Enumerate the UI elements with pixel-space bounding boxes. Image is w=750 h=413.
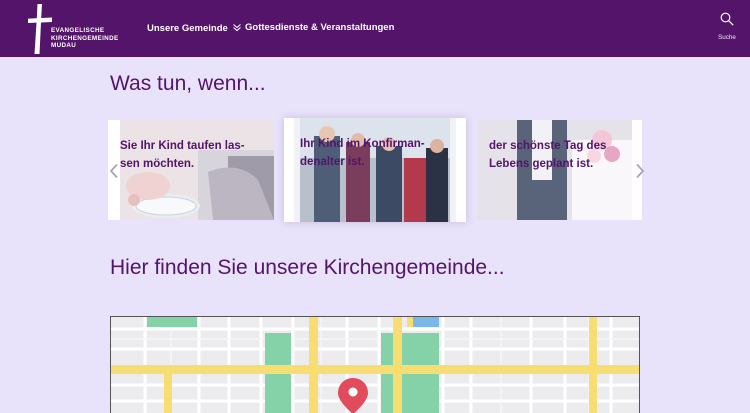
cross-logo-icon (28, 4, 52, 54)
location-map[interactable] (110, 316, 640, 413)
card-caption-line-2: Lebens geplant ist. (489, 157, 594, 170)
logo-line-2: KIRCHENGEMEINDE (51, 34, 119, 42)
map-graphic (111, 317, 639, 413)
card-caption-line-1: der schönste Tag des (489, 140, 607, 152)
card-caption: der schönste Tag des Lebens geplant ist. (489, 138, 606, 173)
card-caption: Sie Ihr Kind taufen las- sen möchten. (120, 138, 245, 173)
logo-line-1: EVANGELISCHE (51, 27, 105, 34)
logo-line-3: MUDAU (51, 42, 77, 50)
search-button[interactable]: Suche (713, 12, 741, 44)
nav-item-gottesdienste[interactable]: Gottesdienste & Veranstaltungen (245, 22, 394, 33)
section-title-was-tun: Was tun, wenn... (110, 72, 266, 95)
carousel-card-hochzeit[interactable]: der schönste Tag des Lebens geplant ist. (477, 120, 642, 220)
nav-item-label: Gottesdienste & Veranstaltungen (245, 22, 395, 33)
section-title-kirchengemeinde: Hier finden Sie unsere Kirchengemeinde..… (110, 256, 505, 279)
card-caption-line-1: Sie Ihr Kind taufen las- (120, 140, 245, 152)
carousel: Sie Ihr Kind taufen las- sen möchten. Ih… (108, 118, 642, 224)
card-caption-line-2: sen möchten. (120, 157, 195, 170)
chevron-right-icon[interactable] (634, 163, 646, 179)
nav-item-unsere-gemeinde[interactable]: Unsere Gemeinde (147, 22, 242, 34)
search-label: Suche (718, 34, 736, 41)
card-caption: Ihr Kind im Konfirman- denalter ist. (300, 136, 425, 171)
nav-item-label: Unsere Gemeinde (147, 23, 228, 34)
chevron-down-icon (232, 24, 241, 32)
carousel-card-taufe[interactable]: Sie Ihr Kind taufen las- sen möchten. (108, 120, 274, 220)
card-caption-line-1: Ihr Kind im Konfirman- (300, 138, 425, 150)
search-icon (720, 12, 734, 26)
site-logo[interactable]: EVANGELISCHE KIRCHENGEMEINDE MUDAU (28, 4, 123, 54)
map-pin-icon (338, 378, 368, 413)
carousel-card-konfirmation[interactable]: Ihr Kind im Konfirman- denalter ist. (284, 118, 466, 222)
site-header: EVANGELISCHE KIRCHENGEMEINDE MUDAU Unser… (0, 0, 750, 57)
card-caption-line-2: denalter ist. (300, 155, 365, 168)
chevron-left-icon[interactable] (108, 163, 120, 179)
logo-wordmark: EVANGELISCHE KIRCHENGEMEINDE MUDAU (51, 27, 119, 50)
